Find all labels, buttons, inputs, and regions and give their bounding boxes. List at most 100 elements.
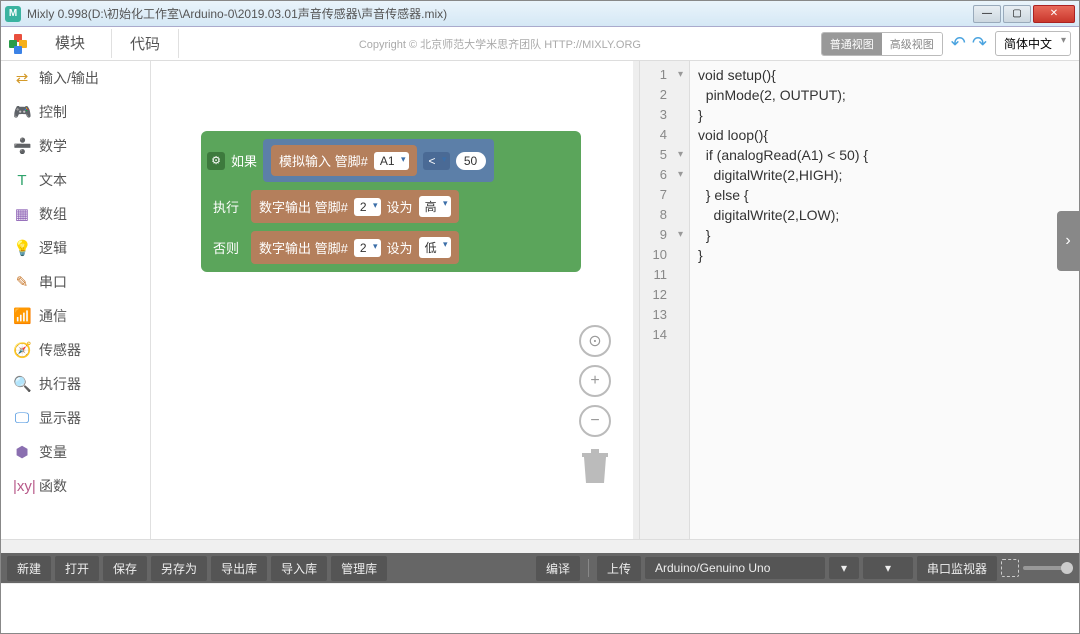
category-11[interactable]: ⬢ 变量 [1, 435, 150, 469]
category-icon: T [13, 172, 31, 189]
zoom-slider[interactable] [1023, 566, 1073, 570]
app-window: M Mixly 0.998(D:\初始化工作室\Arduino-0\2019.0… [0, 0, 1080, 634]
statusbar: 新建 打开 保存 另存为 导出库 导入库 管理库 编译 上传 Arduino/G… [1, 553, 1079, 583]
digital-write-low[interactable]: 数字输出 管脚# 2 设为 低 [251, 231, 459, 264]
gear-icon[interactable]: ⚙ [207, 152, 225, 170]
value-low[interactable]: 低 [419, 237, 451, 258]
category-sidebar: ⇄输入/输出🎮控制➗数学T文本▦数组💡逻辑✎串口📶通信🧭传感器🔍执行器🖵显示器⬢… [1, 61, 151, 539]
zoom-in-button[interactable]: + [579, 365, 611, 397]
category-label: 传感器 [39, 340, 81, 360]
zoom-out-button[interactable]: − [579, 405, 611, 437]
category-1[interactable]: 🎮 控制 [1, 95, 150, 129]
category-label: 控制 [39, 102, 67, 122]
upload-button[interactable]: 上传 [597, 556, 641, 581]
window-title: Mixly 0.998(D:\初始化工作室\Arduino-0\2019.03.… [27, 5, 973, 22]
category-label: 数组 [39, 204, 67, 224]
category-5[interactable]: 💡 逻辑 [1, 231, 150, 265]
view-advanced-button[interactable]: 高级视图 [882, 33, 942, 55]
do-label: 执行 [213, 197, 239, 216]
category-label: 变量 [39, 442, 67, 462]
minimize-button[interactable]: — [973, 5, 1001, 23]
if-label: 如果 [231, 151, 257, 170]
value-high[interactable]: 高 [419, 196, 451, 217]
app-icon: M [5, 6, 21, 22]
open-button[interactable]: 打开 [55, 556, 99, 581]
category-3[interactable]: T 文本 [1, 163, 150, 197]
compare-block[interactable]: 模拟输入 管脚# A1 < 50 [263, 139, 494, 182]
category-icon: 🎮 [13, 103, 31, 121]
category-2[interactable]: ➗ 数学 [1, 129, 150, 163]
category-8[interactable]: 🧭 传感器 [1, 333, 150, 367]
board-select[interactable]: Arduino/Genuino Uno [645, 557, 825, 579]
category-icon: ▦ [13, 205, 31, 223]
category-0[interactable]: ⇄ 输入/输出 [1, 61, 150, 95]
horizontal-scrollbar[interactable] [1, 539, 1079, 553]
category-4[interactable]: ▦ 数组 [1, 197, 150, 231]
view-normal-button[interactable]: 普通视图 [822, 33, 882, 55]
titlebar: M Mixly 0.998(D:\初始化工作室\Arduino-0\2019.0… [1, 1, 1079, 27]
main-area: ⇄输入/输出🎮控制➗数学T文本▦数组💡逻辑✎串口📶通信🧭传感器🔍执行器🖵显示器⬢… [1, 61, 1079, 539]
if-block[interactable]: ⚙ 如果 模拟输入 管脚# A1 < 50 执行 [201, 131, 581, 272]
analog-read-block[interactable]: 模拟输入 管脚# A1 [271, 145, 417, 176]
category-icon: ✎ [13, 273, 31, 291]
code-pane: 1▾2345▾6▾789▾1011121314 void setup(){ pi… [639, 61, 1079, 539]
center-button[interactable]: ⊙ [579, 325, 611, 357]
board-dropdown[interactable]: ▾ [829, 557, 859, 579]
toolbar: 模块 代码 Copyright © 北京师范大学米思齐团队 HTTP://MIX… [1, 27, 1079, 61]
code-text: void setup(){ pinMode(2, OUTPUT);}void l… [690, 61, 876, 539]
saveas-button[interactable]: 另存为 [151, 556, 207, 581]
tab-blocks[interactable]: 模块 [37, 28, 103, 59]
else-label: 否则 [213, 238, 239, 257]
mixly-logo-icon [9, 34, 29, 54]
block-program[interactable]: ⚙ 如果 模拟输入 管脚# A1 < 50 执行 [201, 131, 581, 272]
category-label: 文本 [39, 170, 67, 190]
language-select[interactable]: 简体中文 [995, 31, 1071, 56]
serial-monitor-button[interactable]: 串口监视器 [917, 556, 997, 581]
category-12[interactable]: |xy| 函数 [1, 469, 150, 503]
tab-code[interactable]: 代码 [111, 29, 179, 58]
trash-icon[interactable] [577, 445, 613, 489]
redo-button[interactable]: ↷ [972, 33, 987, 54]
category-icon: 🖵 [13, 410, 31, 427]
category-icon: 💡 [13, 239, 31, 257]
category-label: 通信 [39, 306, 67, 326]
importlib-button[interactable]: 导入库 [271, 556, 327, 581]
category-7[interactable]: 📶 通信 [1, 299, 150, 333]
view-toggle: 普通视图 高级视图 [821, 32, 943, 56]
category-icon: ➗ [13, 137, 31, 155]
side-expand-tab[interactable]: › [1057, 211, 1079, 271]
pin-select-a1[interactable]: A1 [374, 152, 409, 170]
category-10[interactable]: 🖵显示器 [1, 401, 150, 435]
category-9[interactable]: 🔍执行器 [1, 367, 150, 401]
digital-write-high[interactable]: 数字输出 管脚# 2 设为 高 [251, 190, 459, 223]
chip-icon [1001, 559, 1019, 577]
category-label: 数学 [39, 136, 67, 156]
copyright-text: Copyright © 北京师范大学米思齐团队 HTTP://MIXLY.ORG [187, 36, 813, 52]
port-select[interactable]: ▾ [863, 557, 913, 579]
category-icon: 🔍 [13, 375, 31, 393]
category-icon: |xy| [13, 478, 31, 495]
line-gutter: 1▾2345▾6▾789▾1011121314 [640, 61, 690, 539]
close-button[interactable]: ✕ [1033, 5, 1075, 23]
new-button[interactable]: 新建 [7, 556, 51, 581]
operator-select[interactable]: < [423, 152, 450, 170]
pin-select-2b[interactable]: 2 [354, 239, 381, 257]
console-area [1, 583, 1079, 633]
save-button[interactable]: 保存 [103, 556, 147, 581]
exportlib-button[interactable]: 导出库 [211, 556, 267, 581]
category-icon: 📶 [13, 307, 31, 325]
category-label: 函数 [39, 476, 67, 496]
undo-button[interactable]: ↶ [951, 33, 966, 54]
category-label: 逻辑 [39, 238, 67, 258]
category-icon: 🧭 [13, 341, 31, 359]
compile-button[interactable]: 编译 [536, 556, 580, 581]
blockly-workspace[interactable]: ⚙ 如果 模拟输入 管脚# A1 < 50 执行 [151, 61, 633, 539]
maximize-button[interactable]: ▢ [1003, 5, 1031, 23]
threshold-input[interactable]: 50 [456, 152, 486, 170]
pin-select-2a[interactable]: 2 [354, 198, 381, 216]
category-icon: ⇄ [13, 69, 31, 87]
managelib-button[interactable]: 管理库 [331, 556, 387, 581]
category-icon: ⬢ [13, 443, 31, 461]
category-label: 输入/输出 [39, 68, 99, 88]
category-6[interactable]: ✎串口 [1, 265, 150, 299]
